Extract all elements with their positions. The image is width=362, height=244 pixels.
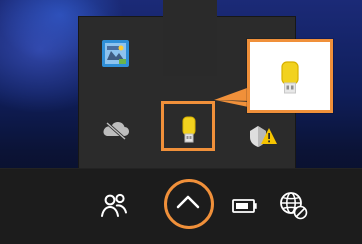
security-warning-icon[interactable] [246,124,280,149]
network-icon[interactable] [276,188,310,222]
desktop-screenshot [0,0,362,244]
usb-drive-enlarged-icon [281,61,299,94]
usb-icon-callout [247,39,333,113]
intel-graphics-icon[interactable] [101,39,130,68]
onedrive-icon[interactable] [101,119,131,141]
usb-drive-icon[interactable] [180,116,198,145]
show-hidden-icons-slot[interactable] [163,0,217,76]
battery-icon[interactable] [232,198,258,215]
people-icon[interactable] [99,192,129,220]
show-hidden-icons-chevron-icon[interactable] [173,190,203,216]
